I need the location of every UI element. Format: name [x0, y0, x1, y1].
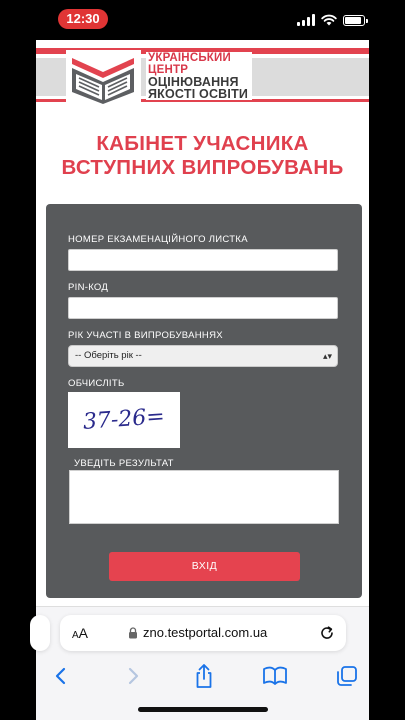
login-form: НОМЕР ЕКЗАМЕНАЦІЙНОГО ЛИСТКА PIN-КОД РІК… [46, 204, 362, 598]
site-header: УКРАЇНСЬКИЙ ЦЕНТР ОЦІНЮВАННЯ ЯКОСТІ ОСВІ… [36, 40, 369, 110]
home-indicator [138, 707, 268, 712]
pin-label: PIN-КОД [68, 282, 109, 293]
result-input[interactable] [69, 470, 339, 524]
lock-icon [129, 627, 137, 639]
web-page: УКРАЇНСЬКИЙ ЦЕНТР ОЦІНЮВАННЯ ЯКОСТІ ОСВІ… [36, 40, 369, 660]
cellular-signal-icon [297, 14, 315, 26]
result-label: УВЕДІТЬ РЕЗУЛЬТАТ [74, 458, 174, 469]
status-bar: 12:30 [0, 0, 405, 36]
year-select-value: -- Оберіть рік -- [75, 350, 142, 361]
url-text: zno.testportal.com.ua [143, 625, 268, 640]
select-chevron-icon: ▴▾ [322, 351, 332, 361]
back-icon[interactable] [46, 661, 76, 691]
phone-screen: 12:30 УКРАЇНСЬКИЙ ЦЕНТР ОЦІНЮВАННЯ ЯКОСТ… [0, 0, 405, 720]
previous-tab-preview[interactable] [30, 615, 50, 651]
status-time: 12:30 [58, 9, 108, 29]
captcha-text: 37-26= [82, 404, 165, 435]
ucequality-logo-icon[interactable] [66, 50, 141, 106]
reader-options-button[interactable]: AA [72, 625, 88, 641]
page-title-line-1: КАБІНЕТ УЧАСНИКА [96, 132, 309, 155]
year-label: РІК УЧАСТІ В ВИПРОБУВАННЯХ [68, 330, 223, 341]
battery-icon [343, 14, 368, 26]
login-button[interactable]: ВХІД [109, 552, 300, 581]
pin-input[interactable] [68, 297, 338, 319]
logo-wordmark[interactable]: УКРАЇНСЬКИЙ ЦЕНТР ОЦІНЮВАННЯ ЯКОСТІ ОСВІ… [146, 52, 253, 101]
navigation-row [36, 661, 369, 691]
logo-line-4: ЯКОСТІ ОСВІТИ [148, 87, 249, 101]
bookmarks-icon[interactable] [260, 661, 290, 691]
captcha-label: ОБЧИСЛІТЬ [68, 378, 125, 389]
safari-toolbar: AA zno.testportal.com.ua [30, 606, 369, 720]
page-title-line-2: ВСТУПНИХ ВИПРОБУВАНЬ [61, 156, 344, 179]
address-bar[interactable]: AA zno.testportal.com.ua [60, 615, 346, 651]
exam-sheet-label: НОМЕР ЕКЗАМЕНАЦІЙНОГО ЛИСТКА [68, 234, 248, 245]
logo-line-1: УКРАЇНСЬКИЙ [148, 52, 231, 64]
reload-icon[interactable] [318, 624, 336, 642]
year-select[interactable]: -- Оберіть рік -- ▴▾ [68, 345, 338, 367]
wifi-icon [321, 14, 337, 26]
captcha-image: 37-26= [68, 392, 180, 448]
tabs-icon[interactable] [332, 661, 362, 691]
forward-icon[interactable] [118, 661, 148, 691]
page-title: КАБІНЕТ УЧАСНИКА ВСТУПНИХ ВИПРОБУВАНЬ [36, 132, 369, 180]
share-icon[interactable] [189, 661, 219, 691]
exam-sheet-input[interactable] [68, 249, 338, 271]
status-icons [297, 13, 368, 27]
